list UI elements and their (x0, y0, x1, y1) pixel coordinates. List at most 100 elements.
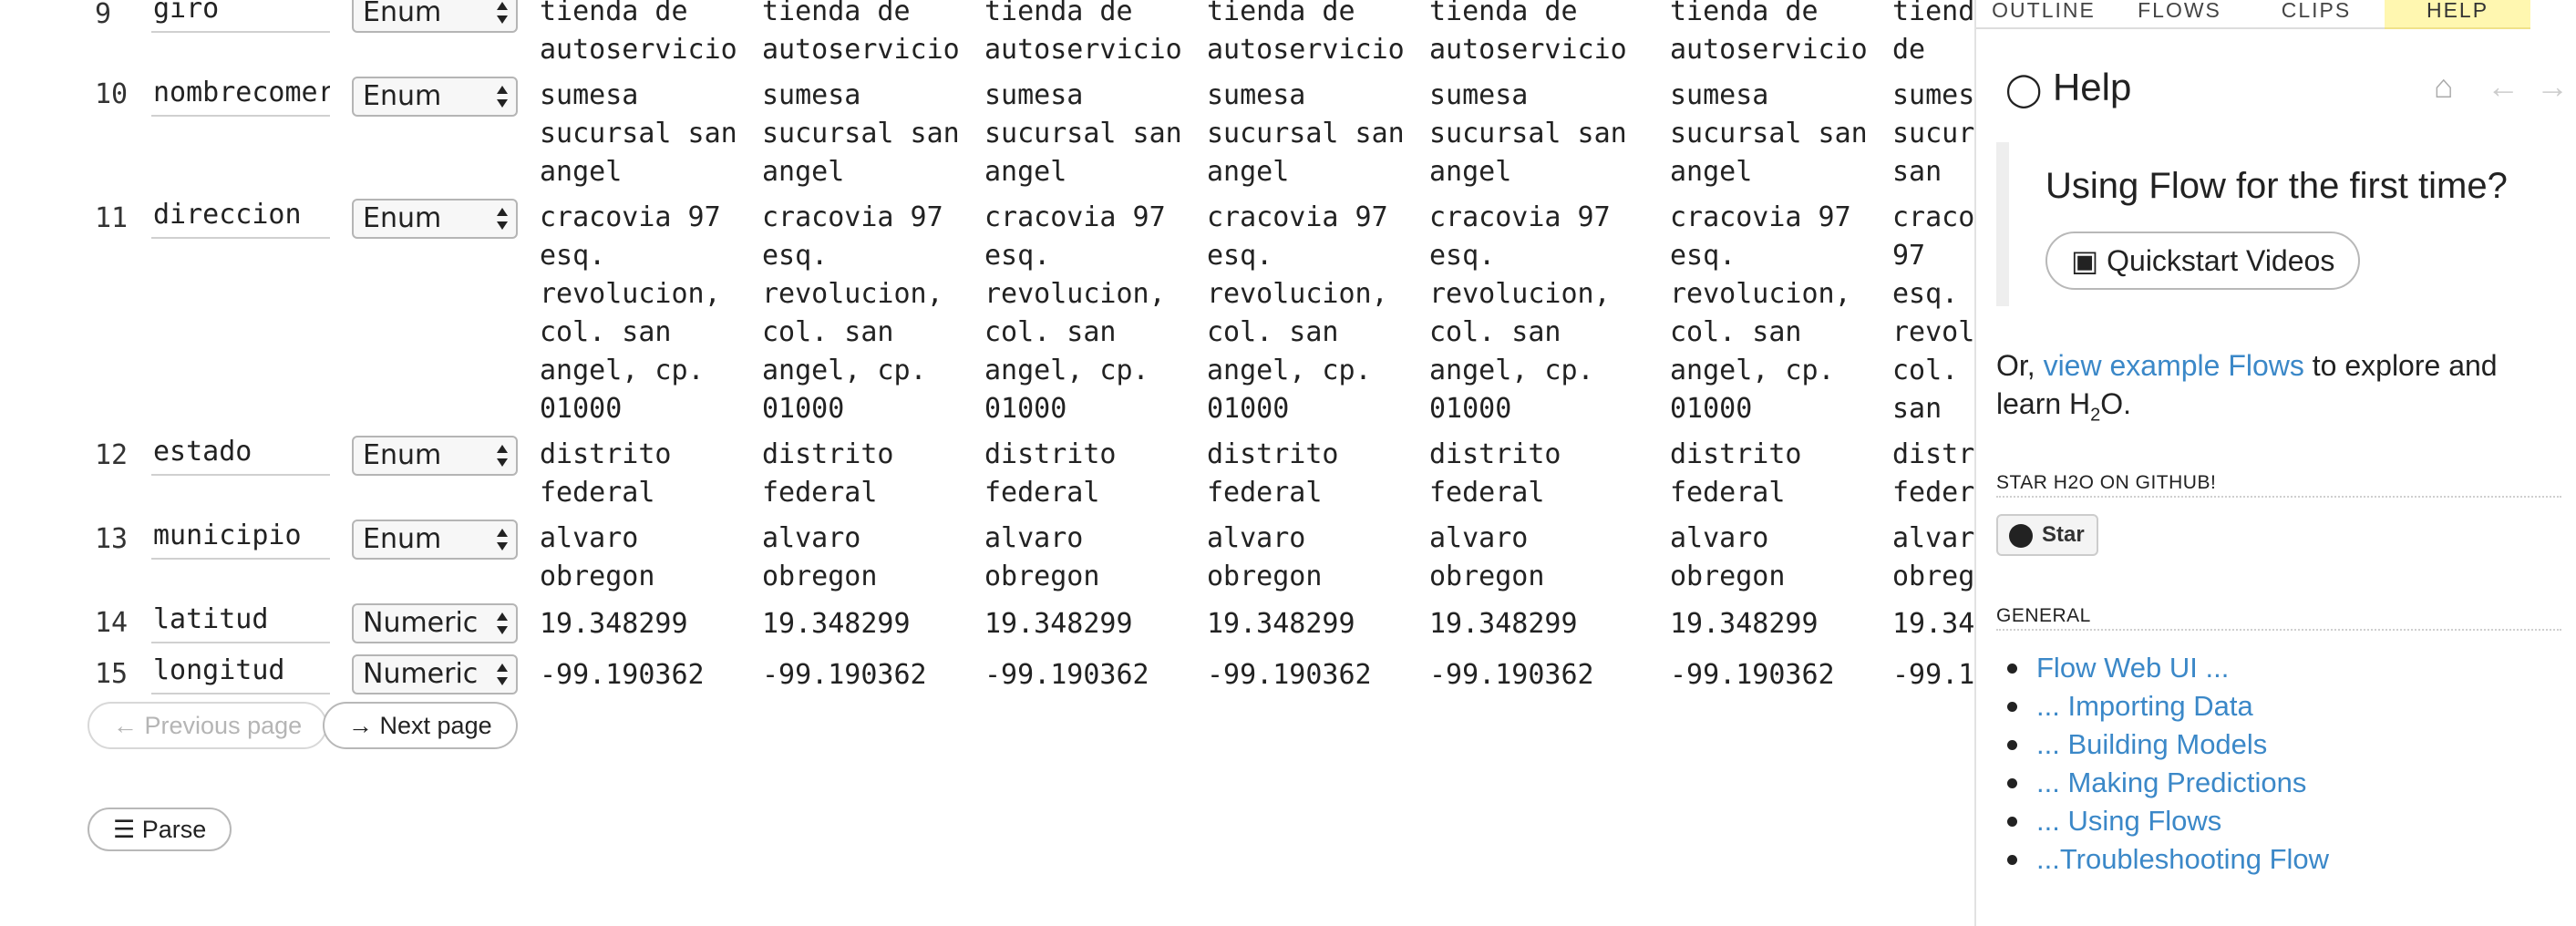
column-type-select[interactable]: Numeric (352, 603, 518, 643)
select-arrows-icon (496, 204, 509, 233)
home-icon[interactable]: ⌂ (2434, 67, 2454, 106)
column-name-input[interactable]: giro (151, 0, 330, 33)
table-cell: -99.190362 (984, 659, 1149, 691)
quickstart-label: Quickstart Videos (2107, 244, 2335, 277)
column-type-value: Enum (363, 0, 442, 28)
select-arrows-icon (496, 609, 509, 638)
table-cell: distrito federal (540, 438, 672, 509)
table-cell: cracovia 97 esq. revolucion, col. san an… (1892, 201, 1974, 425)
table-cell: cracovia 97 esq. revolucion, col. san an… (1670, 201, 1851, 425)
table-cell: cracovia 97 esq. revolucion, col. san an… (540, 201, 721, 425)
table-cell: alvaro obregon (1670, 522, 1786, 592)
sidebar-tabs: OUTLINE FLOWS CLIPS HELP (1976, 0, 2576, 31)
table-cell: -99.190362 (1207, 659, 1372, 691)
table-cell: 19.348299 (1207, 608, 1355, 640)
table-cell: tienda de autoservicio (1670, 0, 1868, 66)
select-arrows-icon (496, 0, 509, 27)
column-type-select[interactable]: Enum (352, 199, 518, 239)
row-number: 11 (95, 202, 129, 234)
table-cell: 19.348299 (1429, 608, 1578, 640)
table-cell: sumesa sucursal san angel (540, 79, 737, 188)
table-cell: -99.190362 (762, 659, 927, 691)
column-type-value: Enum (363, 523, 442, 555)
table-cell: alvaro obregon (1892, 522, 1974, 592)
forward-arrow-icon[interactable]: → (2536, 67, 2569, 106)
help-heading: ◯ Help (2005, 66, 2131, 109)
previous-page-button[interactable]: ← Previous page (88, 702, 328, 749)
table-cell: distrito federal (1670, 438, 1802, 509)
table-cell: alvaro obregon (762, 522, 878, 592)
table-cell: cracovia 97 esq. revolucion, col. san an… (762, 201, 943, 425)
column-type-select[interactable]: Enum (352, 436, 518, 476)
callout-title: Using Flow for the first time? (2045, 166, 2508, 206)
column-type-value: Enum (363, 80, 442, 112)
quickstart-videos-button[interactable]: ▣ Quickstart Videos (2045, 232, 2361, 290)
next-page-button[interactable]: → Next page (323, 702, 518, 749)
back-arrow-icon[interactable]: ← (2487, 67, 2519, 106)
table-cell: tienda de autoservicio (762, 0, 960, 66)
select-arrows-icon (496, 441, 509, 470)
table-cell: sumesa sucursal san angel (1429, 79, 1627, 188)
view-example-flows-link[interactable]: view example Flows (2044, 349, 2304, 382)
table-cell: sumesa sucursal san angel (984, 79, 1182, 188)
table-cell: alvaro obregon (984, 522, 1100, 592)
list-icon: ☰ (113, 816, 136, 843)
table-cell: tienda de autoservicio (540, 0, 737, 66)
tab-outline[interactable]: OUTLINE (1976, 0, 2111, 29)
intro-paragraph: Or, view example Flows to explore and le… (1996, 346, 2561, 434)
column-name-input[interactable]: nombrecomercial (151, 77, 330, 117)
table-cell: sumesa sucursal san angel (1670, 79, 1868, 188)
column-type-select[interactable]: Numeric (352, 654, 518, 694)
table-cell: tienda de autoservicio (1429, 0, 1627, 66)
column-name-input[interactable]: longitud (151, 654, 330, 694)
next-page-label: Next page (379, 712, 492, 739)
parse-setup-panel: 9 giro Enum tienda de autoservicio tiend… (0, 0, 1974, 926)
column-type-select[interactable]: Enum (352, 520, 518, 560)
help-link-troubleshooting[interactable]: ...Troubleshooting Flow (1996, 840, 2561, 879)
column-type-select[interactable]: Enum (352, 77, 518, 117)
intro-prefix: Or, (1996, 349, 2044, 382)
column-name-input[interactable]: estado (151, 436, 330, 476)
help-link-importing-data[interactable]: ... Importing Data (1996, 687, 2561, 725)
parse-button[interactable]: ☰ Parse (88, 808, 232, 851)
help-link-building-models[interactable]: ... Building Models (1996, 725, 2561, 764)
help-link-using-flows[interactable]: ... Using Flows (1996, 802, 2561, 840)
table-cell: sumesa sucursal san angel (762, 79, 960, 188)
help-link-flow-web-ui[interactable]: Flow Web UI ... (1996, 649, 2561, 687)
table-cell: cracovia 97 esq. revolucion, col. san an… (1207, 201, 1388, 425)
intro-end: O. (2100, 387, 2132, 420)
section-divider (1996, 629, 2561, 631)
column-name-input[interactable]: direccion (151, 199, 330, 239)
column-name-input[interactable]: municipio (151, 520, 330, 560)
parse-label: Parse (141, 816, 207, 843)
table-cell: sumesa sucursal san angel (1892, 79, 1974, 188)
arrow-left-icon: ← (113, 712, 138, 739)
table-cell: distrito federal (1892, 438, 1974, 509)
table-cell: tienda de autoservicio (1892, 0, 1974, 66)
help-title-text: Help (2052, 66, 2132, 108)
previous-page-label: Previous page (144, 712, 303, 739)
tab-flows[interactable]: FLOWS (2111, 0, 2248, 29)
tab-clips[interactable]: CLIPS (2248, 0, 2385, 29)
table-cell: distrito federal (1429, 438, 1561, 509)
table-cell: -99.190362 (1429, 659, 1594, 691)
tab-help[interactable]: HELP (2385, 0, 2530, 29)
arrow-right-icon: → (348, 712, 373, 739)
github-star-button[interactable]: Star (1996, 514, 2098, 556)
intro-subscript: 2 (2090, 405, 2101, 426)
row-number: 15 (95, 658, 129, 690)
github-icon (2009, 524, 2033, 548)
file-icon: ▣ (2071, 244, 2099, 277)
table-cell: 19.348299 (540, 608, 688, 640)
column-type-select[interactable]: Enum (352, 0, 518, 33)
column-name-input[interactable]: latitud (151, 603, 330, 643)
table-cell: alvaro obregon (1207, 522, 1323, 592)
row-number: 10 (95, 78, 129, 110)
row-number: 12 (95, 439, 129, 471)
section-divider (1996, 496, 2561, 498)
help-link-making-predictions[interactable]: ... Making Predictions (1996, 764, 2561, 802)
help-sidebar: OUTLINE FLOWS CLIPS HELP ◯ Help ⌂ ← → Us… (1974, 0, 2576, 926)
column-type-value: Numeric (363, 658, 479, 690)
table-cell: 19.348299 (984, 608, 1133, 640)
row-number: 9 (95, 0, 112, 30)
